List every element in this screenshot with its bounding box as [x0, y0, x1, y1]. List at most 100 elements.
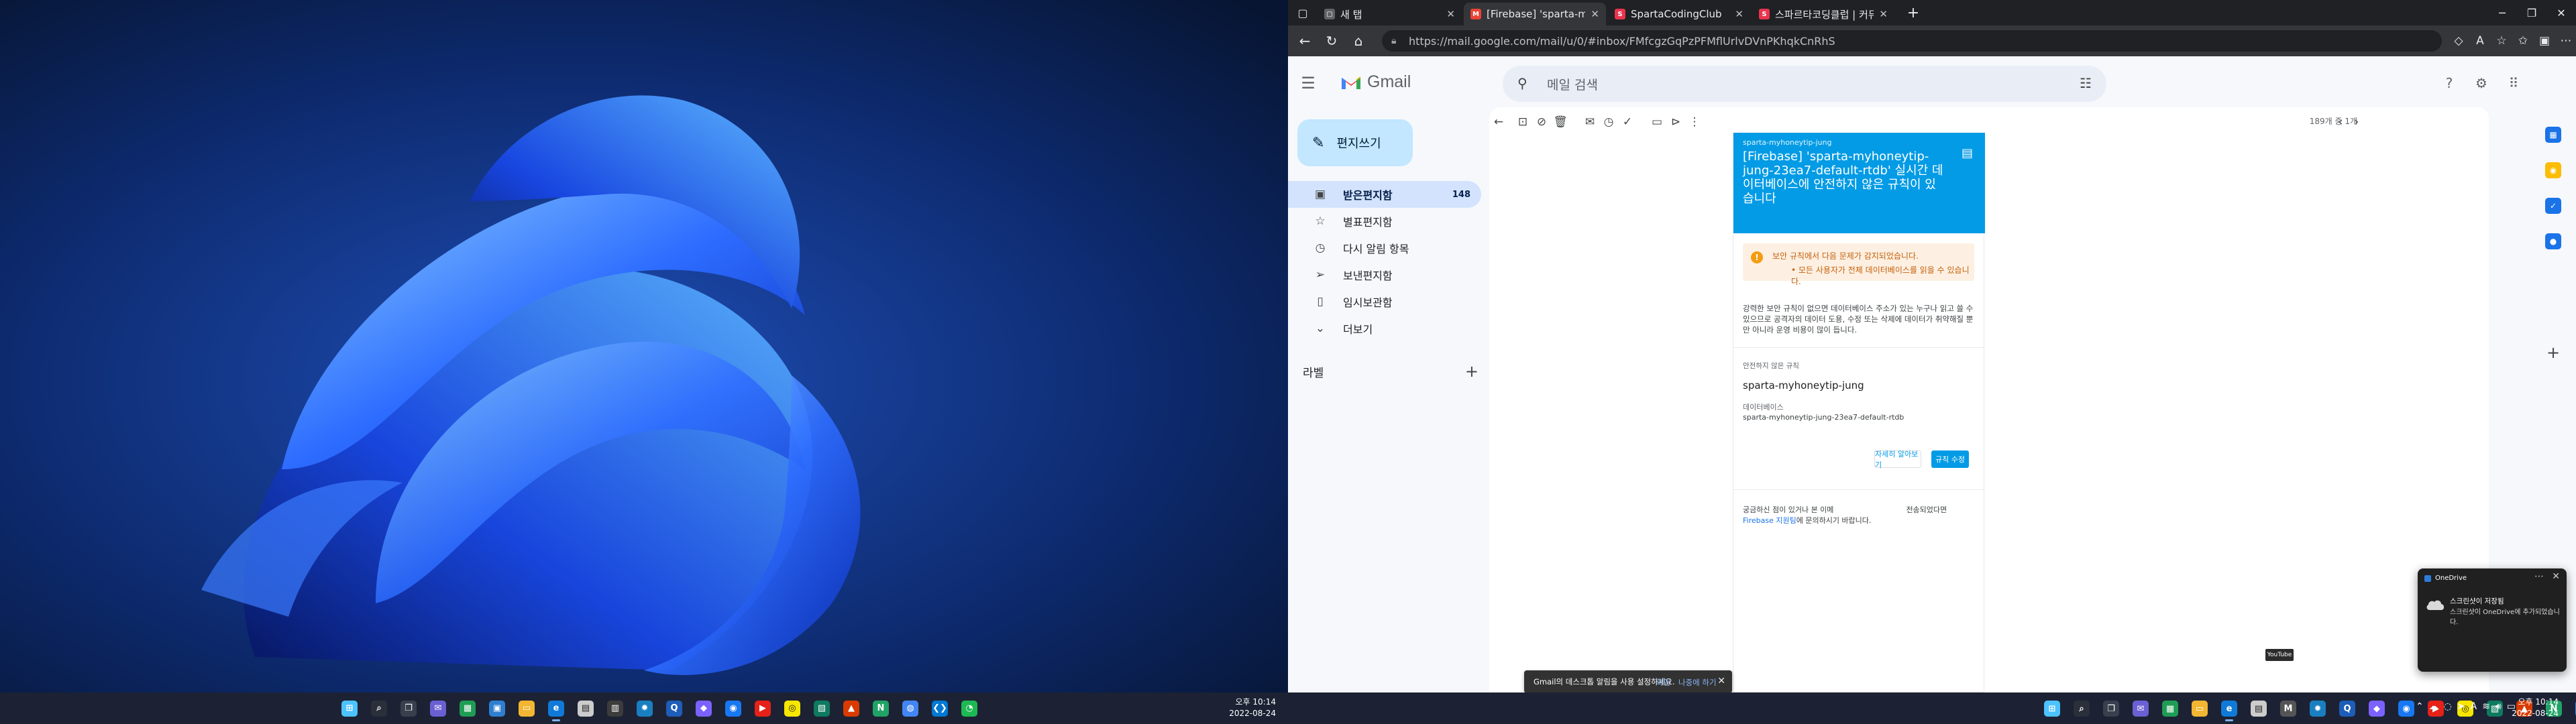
taskbar-kakao-button[interactable]: ◎ — [778, 695, 806, 723]
taskbar-file-explorer-button[interactable]: ▭ — [513, 695, 541, 723]
nav-item-more[interactable]: ⌄ 더보기 — [1288, 315, 1481, 342]
taskbar-spreadsheet-button[interactable]: ▦ — [453, 695, 482, 723]
mark-unread-icon[interactable]: ✉ — [1580, 113, 1599, 131]
taskbar-windows-start-button[interactable]: ⊞ — [2038, 695, 2066, 723]
tab-gmail[interactable]: M [Firebase] 'sparta-myhoneytip-ju ✕ — [1464, 3, 1606, 25]
firebase-support-link[interactable]: Firebase 지원팀 — [1743, 516, 1796, 525]
tab-new-tab[interactable]: ▢ 새 탭 ✕ — [1318, 3, 1462, 25]
search-icon[interactable]: ⚲ — [1517, 75, 1527, 91]
archive-icon[interactable]: ⊡ — [1513, 113, 1532, 131]
notification-close-icon[interactable]: ✕ — [2552, 571, 2560, 582]
back-button[interactable]: ← — [1295, 31, 1315, 51]
contacts-icon[interactable]: ● — [2545, 233, 2561, 249]
search-mail-field[interactable]: ⚲ 메일 검색 ☷ — [1503, 66, 2106, 102]
taskbar-youtube-button[interactable]: ▶ — [749, 695, 777, 723]
taskbar-photos-button[interactable]: ▣ — [483, 695, 511, 723]
language-tray-icon[interactable]: A — [2471, 701, 2477, 712]
tab-actions-icon[interactable]: ▢ — [1288, 0, 1318, 25]
wifi-icon[interactable]: ≋ — [2482, 701, 2490, 712]
taskbar-mail-app-button[interactable]: M — [2274, 695, 2302, 723]
snackbar-confirm-button[interactable]: 확인 — [1656, 677, 1670, 688]
taskbar-spotify-button[interactable]: ◔ — [955, 695, 983, 723]
tab-close-icon[interactable]: ✕ — [1591, 8, 1599, 20]
apps-grid-icon[interactable]: ⠿ — [2502, 71, 2526, 95]
taskbar-edge-button[interactable]: e — [2215, 695, 2243, 723]
taskbar-messenger-button[interactable]: ◉ — [719, 695, 747, 723]
tab-close-icon[interactable]: ✕ — [1446, 8, 1455, 20]
tasks-icon[interactable]: ✓ — [2545, 198, 2561, 214]
taskbar-search-button[interactable]: ⌕ — [2068, 695, 2096, 723]
taskbar-chat-button[interactable]: ✉ — [424, 695, 452, 723]
tab-close-icon[interactable]: ✕ — [1735, 8, 1743, 20]
reader-icon[interactable]: ◇ — [2449, 32, 2468, 50]
taskbar-office-button[interactable]: ▲ — [837, 695, 865, 723]
taskbar-windows-start-button[interactable]: ⊞ — [335, 695, 364, 723]
search-options-icon[interactable]: ☷ — [2080, 75, 2092, 91]
taskbar-chrome-button[interactable]: ◍ — [896, 695, 924, 723]
minimize-button[interactable]: ─ — [2487, 0, 2517, 25]
taskbar-spreadsheet-button[interactable]: ▦ — [2156, 695, 2184, 723]
tab-sparta-community[interactable]: S 스파르타코딩클럽 | 커뮤니티 ✕ — [1752, 3, 1894, 25]
taskbar-app-button[interactable]: ◆ — [2363, 695, 2391, 723]
home-button[interactable]: ⌂ — [1348, 31, 1368, 51]
read-aloud-icon[interactable]: A — [2471, 32, 2489, 50]
taskbar-store-button[interactable]: ▤ — [2245, 695, 2273, 723]
taskbar-store-button[interactable]: ▤ — [572, 695, 600, 723]
taskbar-gear-app-button[interactable]: ✹ — [631, 695, 659, 723]
taskbar-notion-button[interactable]: N — [867, 695, 895, 723]
settings-gear-icon[interactable]: ⚙ — [2469, 71, 2493, 95]
taskbar-chat-button[interactable]: ✉ — [2127, 695, 2155, 723]
nav-item-drafts[interactable]: ▯ 임시보관함 — [1288, 288, 1481, 315]
back-to-inbox-icon[interactable]: ← — [1489, 113, 1508, 131]
learn-more-button[interactable]: 자세히 알아보기 — [1874, 450, 1921, 469]
taskbar-search-button[interactable]: ⌕ — [365, 695, 393, 723]
move-to-icon[interactable]: ▭ — [1648, 113, 1666, 131]
gmail-logo[interactable]: Gmail — [1340, 72, 1411, 92]
older-icon[interactable]: › — [2347, 113, 2366, 131]
snooze-icon[interactable]: ◷ — [1599, 113, 1618, 131]
tab-sparta[interactable]: S SpartaCodingClub ✕ — [1608, 3, 1750, 25]
delete-icon[interactable]: 🗑︎ — [1551, 113, 1570, 131]
notification-more-icon[interactable]: ⋯ — [2534, 571, 2544, 582]
onedrive-notification[interactable]: OneDrive ⋯ ✕ 스크린샷이 저장됨 스크린샷이 OneDrive에 추… — [2418, 568, 2567, 672]
close-window-button[interactable]: ✕ — [2546, 0, 2576, 25]
taskbar-task-view-button[interactable]: ❐ — [2097, 695, 2125, 723]
keep-icon[interactable]: ◉ — [2545, 162, 2561, 178]
chevron-up-icon[interactable]: ⌃ — [2416, 701, 2424, 712]
taskbar-clock-right[interactable]: 오후 10:14 2022-08-24 — [2512, 697, 2559, 719]
snackbar-later-button[interactable]: 나중에 하기 — [1678, 677, 1717, 688]
taskbar-vscode-button[interactable]: ❮❯ — [926, 695, 954, 723]
tab-close-icon[interactable]: ✕ — [1879, 8, 1888, 20]
snackbar-close-icon[interactable]: ✕ — [1717, 676, 1725, 686]
main-menu-icon[interactable]: ☰ — [1297, 72, 1319, 94]
support-icon[interactable]: ? — [2437, 71, 2461, 95]
reload-button[interactable]: ↻ — [1322, 31, 1342, 51]
more-icon[interactable]: ⋯ — [2557, 32, 2575, 50]
taskbar-app-button[interactable]: ◆ — [690, 695, 718, 723]
url-field[interactable]: 🔒︎ https://mail.google.com/mail/u/0/#inb… — [1382, 30, 2442, 52]
new-tab-button[interactable]: + — [1898, 0, 1928, 25]
network-tray-icon[interactable]: ◌ — [2444, 701, 2452, 712]
calendar-icon[interactable]: ▦ — [2545, 127, 2561, 143]
taskbar-task-view-button[interactable]: ❐ — [394, 695, 423, 723]
taskbar-chrome-button[interactable]: ◍ — [2569, 695, 2576, 723]
add-task-icon[interactable]: ✓ — [1618, 113, 1637, 131]
nav-item-sent[interactable]: ➢ 보낸편지함 — [1288, 261, 1481, 288]
nav-item-inbox[interactable]: ▣ 받은편지함 148 — [1288, 181, 1481, 208]
taskbar-search-app-button[interactable]: Q — [660, 695, 688, 723]
favorite-star-icon[interactable]: ☆ — [2492, 32, 2511, 50]
send-tray-icon[interactable]: ➤ — [2457, 701, 2465, 712]
taskbar-gear-app-button[interactable]: ✹ — [2304, 695, 2332, 723]
taskbar-clock-left[interactable]: 오후 10:14 2022-08-24 — [1229, 697, 1276, 719]
taskbar-search-app-button[interactable]: Q — [2333, 695, 2361, 723]
collections-icon[interactable]: ▣ — [2535, 32, 2554, 50]
onedrive-tray-icon[interactable]: ☁ — [2429, 701, 2438, 712]
report-spam-icon[interactable]: ⊘ — [1532, 113, 1551, 131]
taskbar-doc-button[interactable]: ▧ — [808, 695, 836, 723]
taskbar-calculator-button[interactable]: ▥ — [601, 695, 629, 723]
volume-icon[interactable]: 🔊︎ — [2496, 701, 2502, 712]
add-label-icon[interactable]: + — [1465, 362, 1479, 381]
label-icon[interactable]: ⊳ — [1666, 113, 1685, 131]
compose-button[interactable]: ✎ 편지쓰기 — [1297, 119, 1413, 166]
add-addon-icon[interactable]: + — [2545, 343, 2561, 362]
